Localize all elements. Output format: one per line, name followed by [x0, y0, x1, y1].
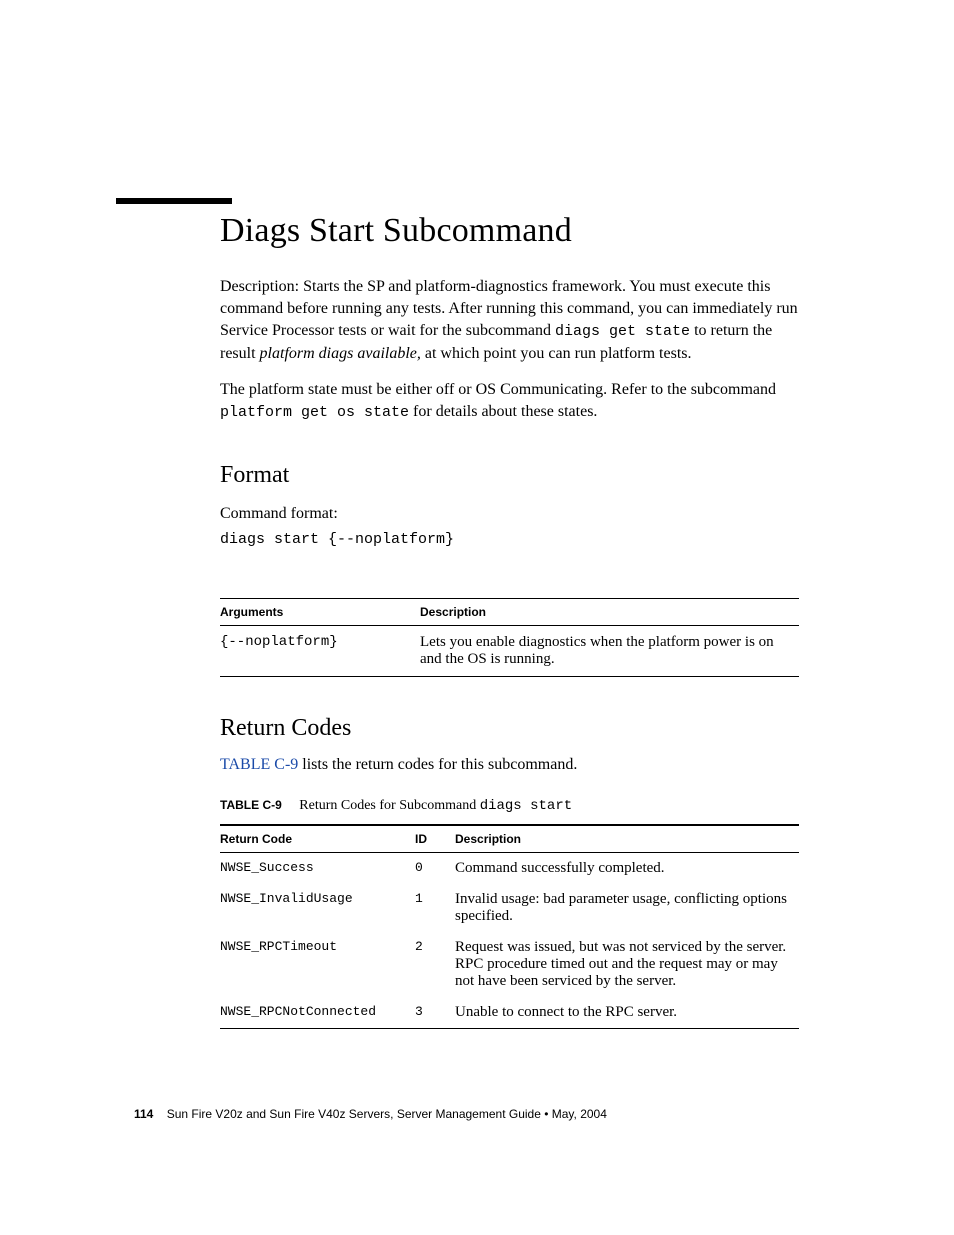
- desc1-cmd: diags get state: [555, 323, 690, 340]
- table-row: NWSE_RPCTimeout 2 Request was issued, bu…: [220, 932, 799, 997]
- arguments-table: Arguments Description {--noplatform} Let…: [220, 598, 799, 677]
- rc-code: NWSE_InvalidUsage: [220, 884, 415, 932]
- table-caption: TABLE C-9 Return Codes for Subcommand di…: [220, 798, 799, 814]
- args-header-arguments: Arguments: [220, 598, 420, 625]
- arg-cell: {--noplatform}: [220, 625, 420, 676]
- rc-desc: Request was issued, but was not serviced…: [455, 932, 799, 997]
- rc-header-code: Return Code: [220, 825, 415, 853]
- page-footer: 114 Sun Fire V20z and Sun Fire V40z Serv…: [134, 1107, 607, 1121]
- desc2-text-a: The platform state must be either off or…: [220, 381, 776, 398]
- desc2-text-b: for details about these states.: [409, 403, 597, 420]
- format-command: diags start {--noplatform}: [220, 531, 799, 548]
- caption-cmd: diags start: [480, 798, 572, 814]
- desc1-ital: platform diags available,: [260, 345, 421, 362]
- rc-id: 3: [415, 997, 455, 1029]
- caption-label: TABLE C-9: [220, 798, 282, 812]
- return-codes-table: Return Code ID Description NWSE_Success …: [220, 824, 799, 1029]
- page-content: Diags Start Subcommand Description: Star…: [0, 0, 954, 1235]
- rc-id: 2: [415, 932, 455, 997]
- return-codes-intro: TABLE C-9 lists the return codes for thi…: [220, 756, 799, 774]
- rc-desc: Unable to connect to the RPC server.: [455, 997, 799, 1029]
- rc-id: 0: [415, 852, 455, 884]
- rc-code: NWSE_RPCNotConnected: [220, 997, 415, 1029]
- rc-desc: Command successfully completed.: [455, 852, 799, 884]
- table-row: NWSE_Success 0 Command successfully comp…: [220, 852, 799, 884]
- table-row: NWSE_RPCNotConnected 3 Unable to connect…: [220, 997, 799, 1029]
- rc-header-desc: Description: [455, 825, 799, 853]
- arg-desc-cell: Lets you enable diagnostics when the pla…: [420, 625, 799, 676]
- page-title: Diags Start Subcommand: [220, 212, 799, 250]
- page-number: 114: [134, 1107, 153, 1121]
- format-heading: Format: [220, 462, 799, 489]
- rc-desc: Invalid usage: bad parameter usage, conf…: [455, 884, 799, 932]
- description-paragraph-1: Description: Starts the SP and platform-…: [220, 276, 799, 365]
- rc-code: NWSE_Success: [220, 852, 415, 884]
- format-label: Command format:: [220, 503, 799, 525]
- args-header-description: Description: [420, 598, 799, 625]
- table-link[interactable]: TABLE C-9: [220, 756, 298, 773]
- table-row: {--noplatform} Lets you enable diagnosti…: [220, 625, 799, 676]
- desc1-text-c: at which point you can run platform test…: [421, 345, 692, 362]
- return-codes-heading: Return Codes: [220, 715, 799, 742]
- rc-code: NWSE_RPCTimeout: [220, 932, 415, 997]
- table-row: NWSE_InvalidUsage 1 Invalid usage: bad p…: [220, 884, 799, 932]
- footer-text: Sun Fire V20z and Sun Fire V40z Servers,…: [167, 1107, 607, 1121]
- rc-id: 1: [415, 884, 455, 932]
- caption-text: Return Codes for Subcommand: [299, 798, 479, 813]
- rc-header-id: ID: [415, 825, 455, 853]
- description-paragraph-2: The platform state must be either off or…: [220, 379, 799, 424]
- return-codes-intro-rest: lists the return codes for this subcomma…: [298, 756, 577, 773]
- desc2-cmd: platform get os state: [220, 404, 409, 421]
